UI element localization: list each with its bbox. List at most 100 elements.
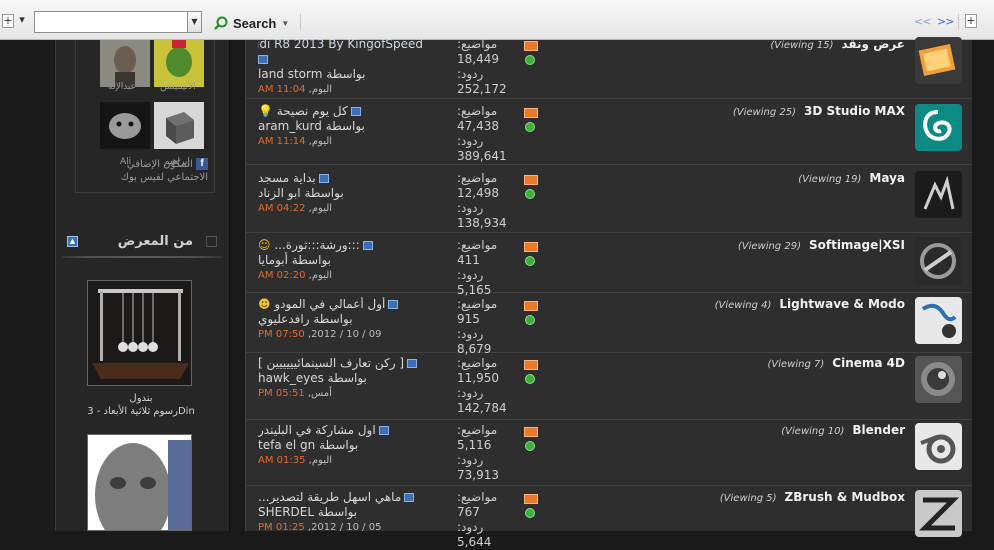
last-post-author[interactable]: tefa el gn: [258, 438, 315, 452]
forum-title[interactable]: (Viewing 5) ZBrush & Mudbox: [720, 490, 905, 504]
collapse-icon[interactable]: ▲: [67, 236, 78, 247]
rss-icon[interactable]: [524, 494, 538, 504]
forum-stats: مواضيع: 11,950 ردود: 142,784: [457, 356, 517, 416]
go-to-post-icon[interactable]: [362, 241, 373, 250]
forum-stats: مواضيع: 915 ردود: 8,679: [457, 297, 498, 356]
last-post-title[interactable]: [ ركن تعارف السينمائيييييين ]: [258, 356, 404, 370]
last-post-author[interactable]: hawk_eyes: [258, 371, 324, 385]
3ds-max-icon[interactable]: [915, 104, 962, 151]
member-avatar[interactable]: [154, 40, 204, 87]
lightwave-icon[interactable]: [915, 297, 962, 344]
last-post-time: 11:14 AM: [258, 136, 306, 147]
forum-stats: مواضيع: 767 ردود: 5,644: [457, 490, 498, 549]
search-button[interactable]: Search ▼: [214, 13, 289, 33]
gallery-item-category[interactable]: رسوم ثلاثية الأبعاد - 3Din: [61, 406, 221, 417]
last-post-author[interactable]: land storm: [258, 67, 322, 81]
go-to-post-icon[interactable]: [350, 107, 361, 116]
posts-count: 5,116: [457, 438, 492, 452]
last-post: Audi R8 2013 By KingofSpeed بواسطة land …: [258, 37, 423, 95]
go-to-post-icon[interactable]: [258, 55, 268, 64]
forum-stats: مواضيع: 12,498 ردود: 138,934: [457, 171, 517, 231]
last-post-time: 01:35 AM: [258, 455, 306, 466]
go-to-post-icon[interactable]: [318, 174, 329, 183]
rss-icon[interactable]: [524, 175, 538, 185]
add-button[interactable]: +: [965, 14, 977, 28]
last-post-time: 07:50 PM: [258, 329, 305, 340]
blender-icon[interactable]: [915, 423, 962, 470]
chevron-down-icon[interactable]: ▾: [16, 14, 28, 28]
last-post: [ ركن تعارف السينمائيييييين ] بواسطة haw…: [258, 356, 423, 401]
forum-stats: مواضيع: 47,438 ردود: 389,641: [457, 104, 517, 164]
last-post-title[interactable]: اول مشاركة في البليندر: [258, 423, 376, 437]
replies-count: 8,679: [457, 342, 492, 356]
rss-icon[interactable]: [524, 427, 538, 437]
last-post-title[interactable]: Audi R8 2013 By KingofSpeed: [258, 37, 423, 52]
rss-icon[interactable]: [524, 242, 538, 252]
rss-icon[interactable]: [524, 41, 538, 51]
online-status-icon: [525, 508, 535, 518]
posts-count: 767: [457, 505, 480, 519]
last-post-time: 04:22 AM: [258, 203, 306, 214]
last-post-title[interactable]: :::ورشة:::ثورة...: [274, 238, 359, 252]
add-tab-button[interactable]: +: [2, 14, 14, 28]
last-post-title[interactable]: كل يوم نصيحة: [277, 104, 348, 118]
replies-count: 73,913: [457, 468, 499, 482]
member-avatar[interactable]: [100, 40, 150, 87]
posts-count: 915: [457, 312, 480, 326]
forum-title[interactable]: (Viewing 25) 3D Studio MAX: [733, 104, 905, 118]
last-post-time: 01:25 PM: [258, 522, 305, 533]
member-name[interactable]: الأنيميشن: [160, 82, 196, 92]
browser-toolbar: + ▾ ▼ Search ▼ << >> +: [0, 0, 994, 40]
last-post-title[interactable]: أول أعمالي في المودو: [274, 297, 385, 311]
last-post: بداية مسجد بواسطة ابو الزناد اليوم, 04:2…: [258, 171, 344, 214]
posts-count: 47,438: [457, 119, 499, 133]
go-to-post-icon[interactable]: [388, 300, 399, 309]
cinema4d-icon[interactable]: [915, 356, 962, 403]
online-status-icon: [525, 315, 535, 325]
forum-title[interactable]: (Viewing 10) Blender: [781, 423, 905, 437]
facebook-icon: f: [196, 158, 208, 170]
last-post-author[interactable]: SHERDEL: [258, 505, 314, 519]
posts-count: 411: [457, 253, 480, 267]
zbrush-icon[interactable]: [915, 490, 962, 537]
gallery-image[interactable]: [87, 280, 192, 386]
gallery-forum-icon[interactable]: [915, 37, 962, 84]
gallery-item-title[interactable]: بندول: [61, 393, 221, 404]
last-post-time: 11:04 AM: [258, 84, 306, 95]
forum-title[interactable]: (Viewing 19) Maya: [798, 171, 905, 185]
last-post-author[interactable]: ابو الزناد: [258, 186, 301, 200]
last-post-title[interactable]: ماهي اسهل طريقة لتصدير...: [258, 490, 401, 504]
last-post-author[interactable]: رافدعليوي: [258, 312, 310, 326]
rss-icon[interactable]: [524, 360, 538, 370]
member-avatar[interactable]: [154, 102, 204, 149]
next-button[interactable]: >>: [937, 15, 954, 28]
last-post-title[interactable]: بداية مسجد: [258, 171, 316, 185]
forum-title[interactable]: (Viewing 4) Lightwave & Modo: [715, 297, 905, 311]
last-post-author[interactable]: aram_kurd: [258, 119, 322, 133]
softimage-icon[interactable]: [915, 238, 962, 285]
search-dropdown-button[interactable]: ▼: [188, 11, 202, 33]
go-to-post-icon[interactable]: [404, 493, 415, 502]
forum-title[interactable]: (Viewing 15) عرض ونقد: [770, 37, 905, 51]
maya-icon[interactable]: [915, 171, 962, 218]
rss-icon[interactable]: [524, 301, 538, 311]
last-post-author[interactable]: أبومايا: [258, 253, 288, 267]
go-to-post-icon[interactable]: [378, 426, 389, 435]
online-status-icon: [525, 441, 535, 451]
forum-title[interactable]: (Viewing 7) Cinema 4D: [768, 356, 905, 370]
forum-title[interactable]: (Viewing 29) Softimage|XSI: [738, 238, 905, 252]
online-status-icon: [525, 374, 535, 384]
member-avatar[interactable]: [100, 102, 150, 149]
go-to-post-icon[interactable]: [407, 359, 418, 368]
online-status-icon: [525, 55, 535, 65]
last-post: ماهي اسهل طريقة لتصدير... بواسطة SHERDEL…: [258, 490, 423, 535]
last-post-time: 05:51 PM: [258, 388, 305, 399]
sidebar: عبدالإله الأنيميشن Ali إبراهيم f المكوّن…: [55, 40, 230, 531]
toolbar-divider: [300, 14, 301, 30]
gallery-image[interactable]: [87, 434, 192, 531]
online-status-icon: [525, 256, 535, 266]
rss-icon[interactable]: [524, 108, 538, 118]
previous-button[interactable]: <<: [914, 15, 931, 28]
member-name[interactable]: عبدالإله: [108, 82, 136, 92]
search-input[interactable]: [34, 11, 188, 33]
